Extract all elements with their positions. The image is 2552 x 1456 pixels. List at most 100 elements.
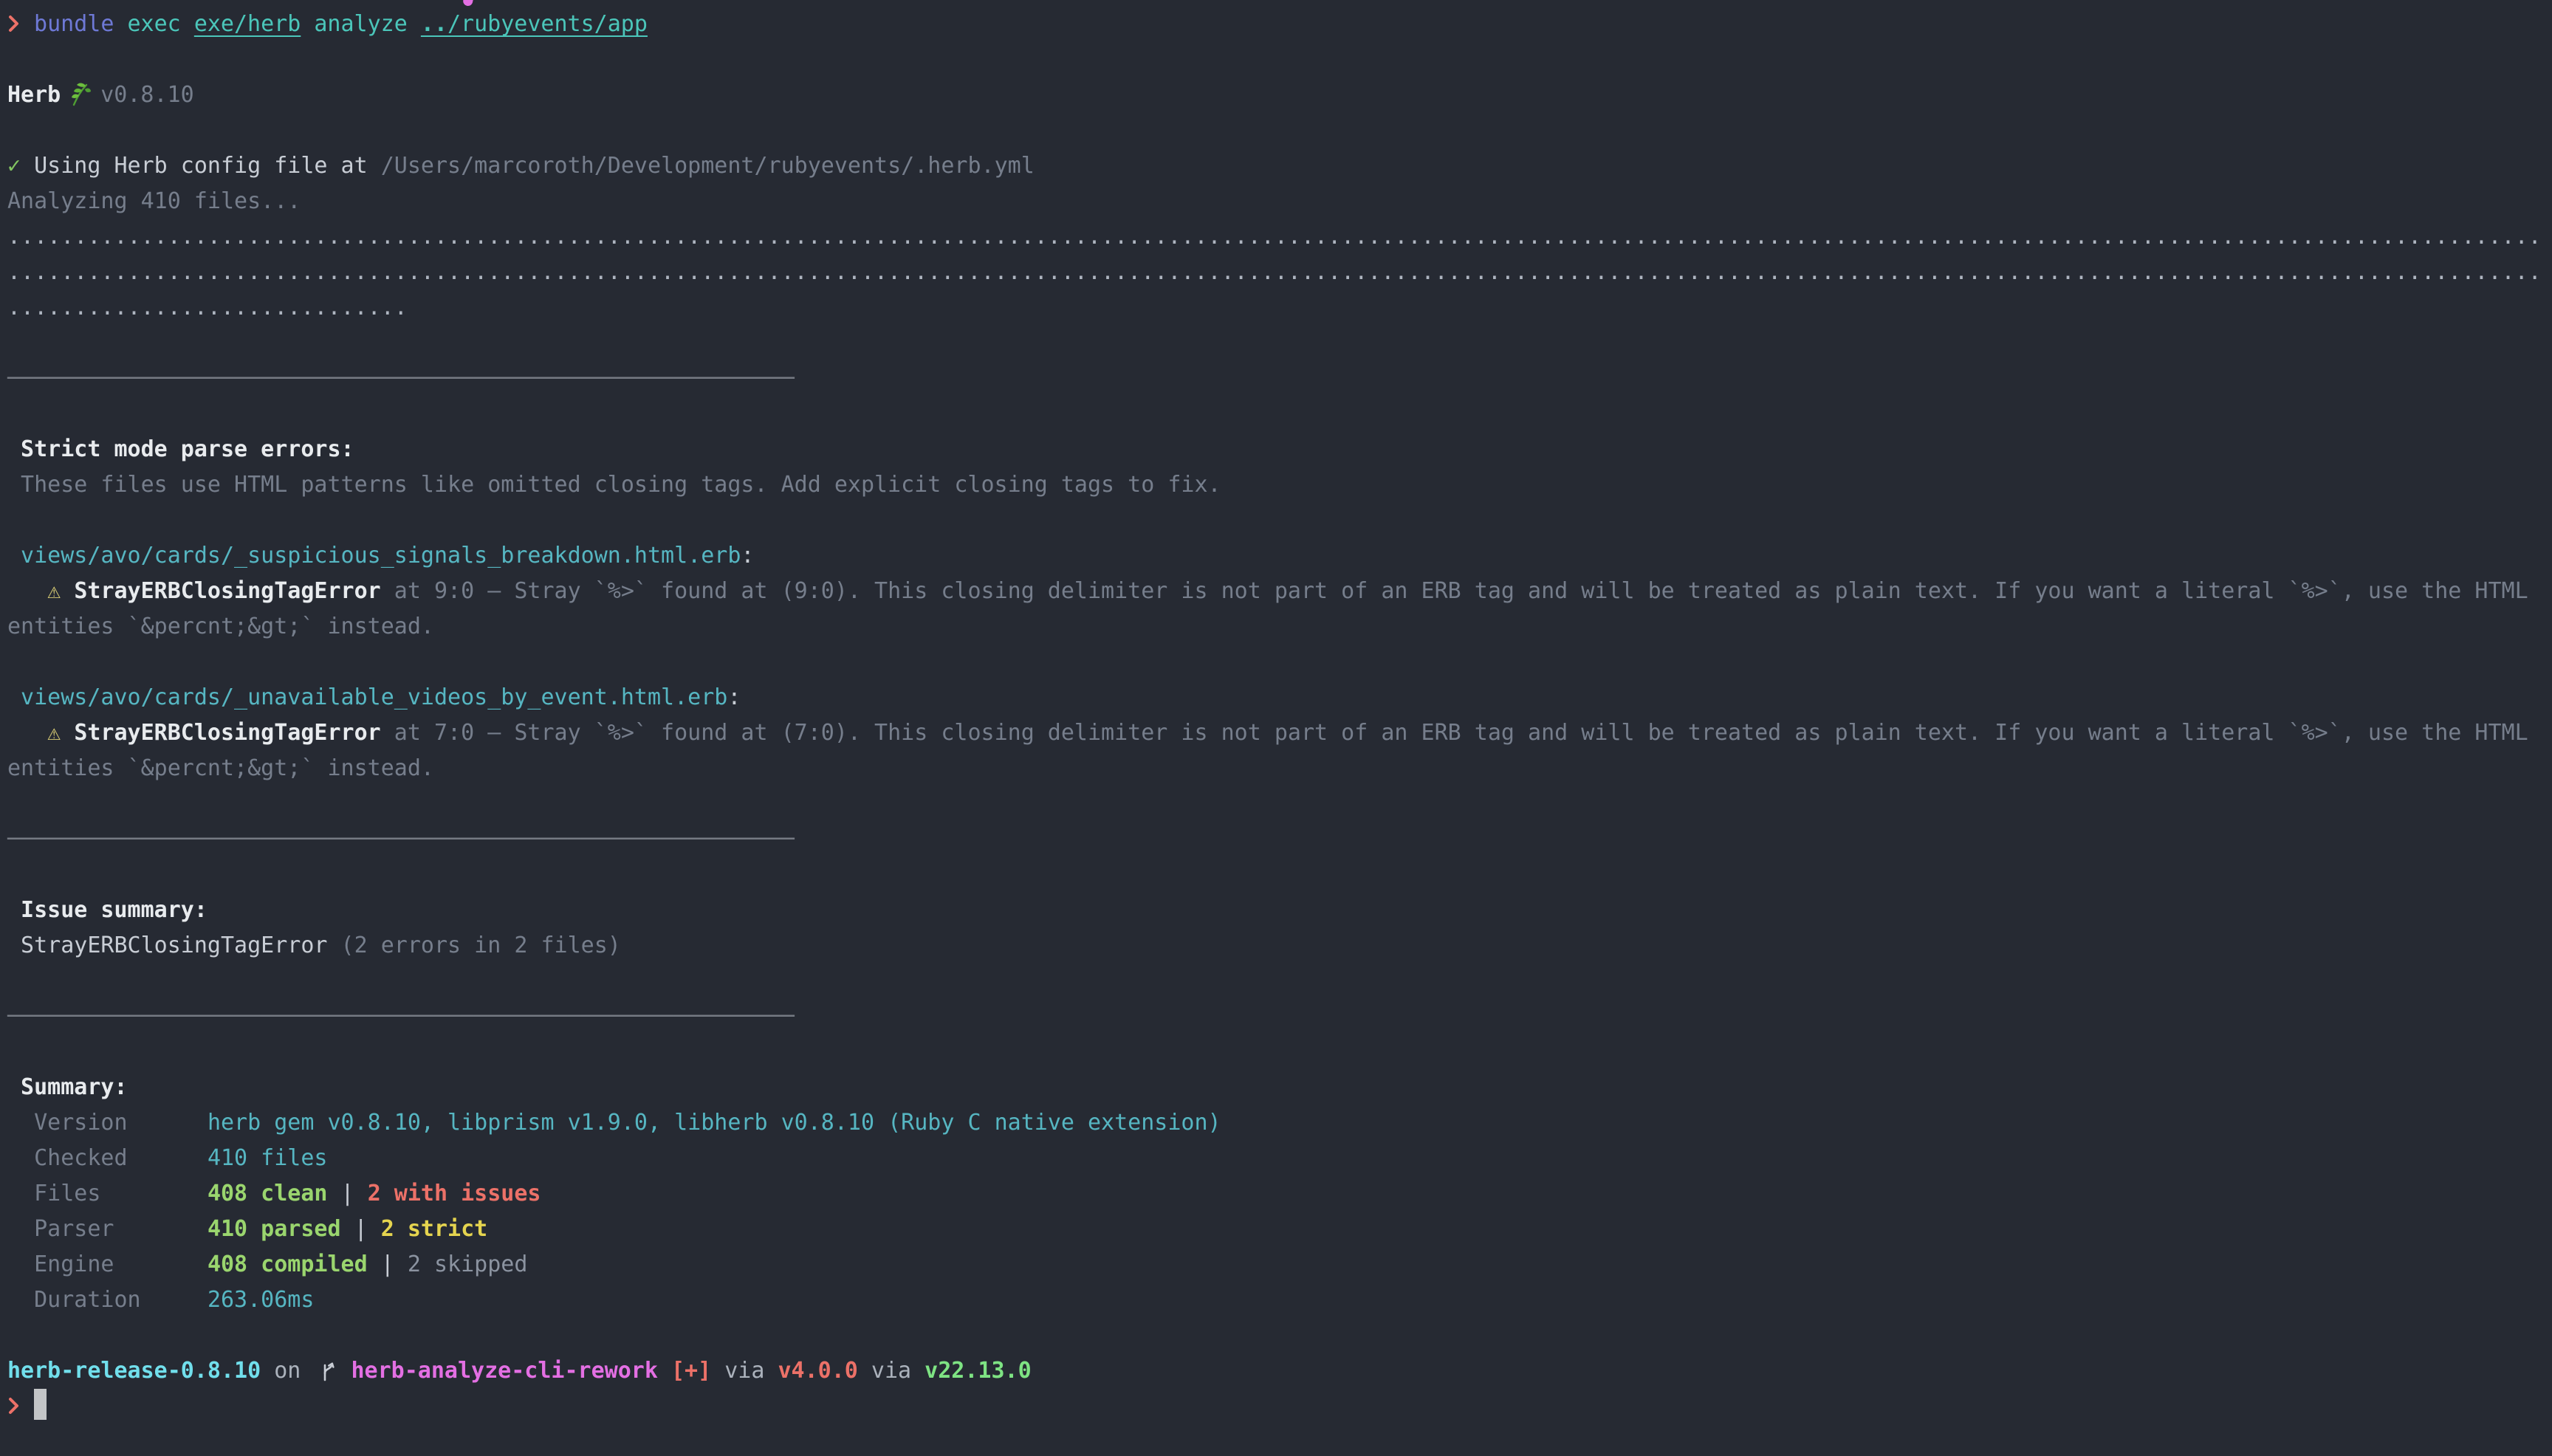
error-file-colon: :	[727, 684, 741, 710]
summary-value: 410 files	[207, 1145, 328, 1171]
error-name: StrayERBClosingTagError	[74, 720, 380, 746]
via-text: via	[858, 1358, 925, 1384]
blank-line	[7, 503, 2552, 538]
error-wrap-line: entities `&percnt;&gt;` instead.	[7, 609, 2552, 645]
app-name: Herb	[7, 82, 61, 108]
separator-rule: ────────────────────────────────────────…	[7, 1003, 795, 1029]
engine-compiled-count: 408 compiled	[207, 1251, 368, 1277]
strict-subtitle-line: These files use HTML patterns like omitt…	[7, 467, 2552, 503]
summary-row-engine: Engine 408 compiled | 2 skipped	[7, 1247, 2552, 1282]
warning-icon: ⚠	[7, 720, 74, 746]
issue-summary-line: StrayERBClosingTagError (2 errors in 2 f…	[7, 928, 2552, 964]
shell-status-line: herb-release-0.8.10 on herb-analyze-cli-…	[7, 1353, 2552, 1389]
analyzing-text: Analyzing 410 files...	[7, 188, 301, 214]
summary-row-checked: Checked 410 files	[7, 1141, 2552, 1176]
error-wrap-line: entities `&percnt;&gt;` instead.	[7, 751, 2552, 786]
command-action: analyze	[301, 11, 421, 37]
check-icon: ✓	[7, 153, 34, 179]
strict-title-line: Strict mode parse errors:	[7, 432, 2552, 467]
input-prompt-line[interactable]	[7, 1389, 2552, 1424]
clipped-previous-line-artifact	[462, 0, 473, 7]
error-file-path: views/avo/cards/_suspicious_signals_brea…	[7, 543, 741, 569]
blank-line	[7, 326, 2552, 361]
files-clean-count: 408 clean	[207, 1181, 328, 1206]
blank-line	[7, 113, 2552, 148]
command-subcommand: exec	[114, 11, 193, 37]
blank-line	[7, 1034, 2552, 1070]
error-file-path: views/avo/cards/_unavailable_videos_by_e…	[7, 684, 727, 710]
summary-value: 263.06ms	[207, 1287, 315, 1313]
parser-strict-count: 2 strict	[381, 1216, 488, 1242]
prompt-chevron-icon	[7, 1395, 21, 1417]
issue-name: StrayERBClosingTagError	[7, 933, 341, 958]
parser-parsed-count: 410 parsed	[207, 1216, 341, 1242]
dots-text: ..............................	[7, 295, 408, 320]
pipe-separator: |	[368, 1251, 408, 1277]
command-arg-path: /rubyevents/app	[447, 11, 648, 37]
summary-row-version: Version herb gem v0.8.10, libprism v1.9.…	[7, 1105, 2552, 1141]
error-message: at 7:0 — Stray `%>` found at (7:0). This…	[381, 720, 2528, 746]
node-version: v22.13.0	[925, 1358, 1032, 1384]
git-branch-icon	[320, 1358, 337, 1381]
herb-leaf-icon	[66, 80, 93, 107]
summary-label: Engine	[7, 1251, 207, 1277]
issue-count: (2 errors in 2 files)	[341, 933, 621, 958]
error-message-wrap: entities `&percnt;&gt;` instead.	[7, 755, 434, 781]
config-text: Using Herb config file at	[34, 153, 381, 179]
error-message: at 9:0 — Stray `%>` found at (9:0). This…	[381, 578, 2528, 604]
separator-rule: ────────────────────────────────────────…	[7, 826, 795, 852]
error-detail-line: ⚠ StrayERBClosingTagError at 9:0 — Stray…	[7, 574, 2552, 609]
summary-label: Duration	[7, 1287, 207, 1313]
blank-line	[7, 396, 2552, 432]
summary-row-parser: Parser 410 parsed | 2 strict	[7, 1212, 2552, 1247]
files-issues-count: 2 with issues	[368, 1181, 541, 1206]
error-file-line: views/avo/cards/_unavailable_videos_by_e…	[7, 680, 2552, 715]
summary-title-line: Summary:	[7, 1070, 2552, 1105]
error-name: StrayERBClosingTagError	[74, 578, 380, 604]
command-arg-path-dots: ..	[421, 11, 447, 37]
progress-dots-row: ........................................…	[7, 219, 2552, 255]
issue-summary-title-line: Issue summary:	[7, 893, 2552, 928]
pipe-separator: |	[341, 1216, 381, 1242]
command-line: bundle exec exe/herb analyze ../rubyeven…	[7, 7, 2552, 42]
git-status-badge: [+]	[658, 1358, 711, 1384]
summary-row-files: Files 408 clean | 2 with issues	[7, 1176, 2552, 1212]
error-file-colon: :	[741, 543, 754, 569]
engine-skipped-count: 2 skipped	[408, 1251, 528, 1277]
summary-value: herb gem v0.8.10, libprism v1.9.0, libhe…	[207, 1110, 1221, 1136]
blank-line	[7, 964, 2552, 999]
separator-rule: ────────────────────────────────────────…	[7, 365, 795, 391]
terminal-cursor[interactable]	[34, 1389, 47, 1420]
terminal-screen[interactable]: bundle exec exe/herb analyze ../rubyeven…	[0, 0, 2552, 1456]
separator-line: ────────────────────────────────────────…	[7, 999, 2552, 1034]
summary-label: Checked	[7, 1145, 207, 1171]
separator-line: ────────────────────────────────────────…	[7, 361, 2552, 396]
summary-label: Files	[7, 1181, 207, 1206]
blank-line	[7, 786, 2552, 822]
app-version: v0.8.10	[100, 82, 193, 108]
repo-name: herb-release-0.8.10	[7, 1358, 261, 1384]
analyzing-line: Analyzing 410 files...	[7, 184, 2552, 219]
strict-title: Strict mode parse errors:	[7, 436, 354, 462]
warning-icon: ⚠	[7, 578, 74, 604]
dots-text: ........................................…	[7, 259, 2542, 285]
banner-line: Herb v0.8.10	[7, 78, 2552, 113]
blank-line	[7, 42, 2552, 78]
blank-line	[7, 857, 2552, 893]
issue-summary-title: Issue summary:	[7, 897, 207, 923]
error-message-wrap: entities `&percnt;&gt;` instead.	[7, 614, 434, 639]
error-file-line: views/avo/cards/_suspicious_signals_brea…	[7, 538, 2552, 574]
blank-line	[7, 645, 2552, 680]
summary-label: Parser	[7, 1216, 207, 1242]
progress-dots-row: ..............................	[7, 290, 2552, 326]
git-branch-name: herb-analyze-cli-rework	[337, 1358, 657, 1384]
config-path: /Users/marcoroth/Development/rubyevents/…	[381, 153, 1035, 179]
error-detail-line: ⚠ StrayERBClosingTagError at 7:0 — Stray…	[7, 715, 2552, 751]
prompt-chevron-icon	[7, 13, 21, 35]
via-text: via	[711, 1358, 778, 1384]
blank-line	[7, 1318, 2552, 1353]
pipe-separator: |	[328, 1181, 368, 1206]
command-program: bundle	[21, 11, 114, 37]
summary-row-duration: Duration 263.06ms	[7, 1282, 2552, 1318]
summary-title: Summary:	[7, 1074, 128, 1100]
